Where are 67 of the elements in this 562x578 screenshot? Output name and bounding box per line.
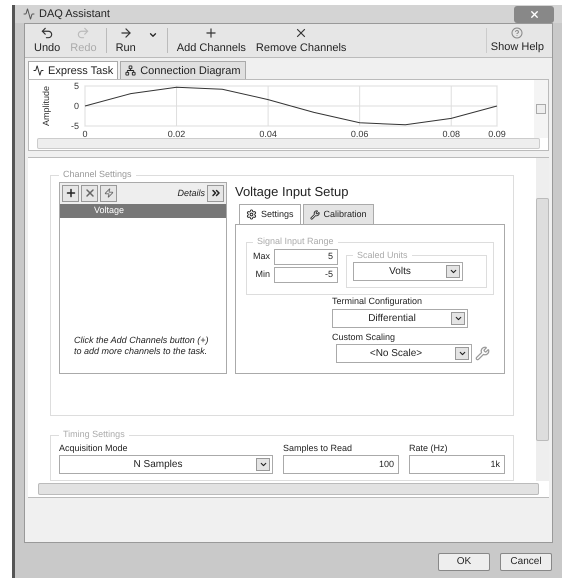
task-icon bbox=[33, 65, 44, 76]
toolbar-button[interactable]: Remove Channels bbox=[250, 24, 352, 58]
app-icon bbox=[23, 8, 35, 20]
toolbar-button[interactable]: Undo bbox=[29, 24, 66, 58]
tab[interactable]: Calibration bbox=[302, 204, 374, 224]
scrollbar[interactable] bbox=[38, 483, 539, 496]
group-title: Channel Settings bbox=[62, 168, 133, 182]
window-title: DAQ Assistant bbox=[39, 6, 110, 22]
help-button[interactable]: Show Help bbox=[486, 24, 548, 58]
field-label: Samples to Read bbox=[283, 442, 354, 455]
group-title: Scaled Units bbox=[356, 248, 409, 262]
tick-label: 0.06 bbox=[350, 129, 368, 140]
tick-label: 0.04 bbox=[259, 129, 277, 140]
section-title: Voltage Input Setup bbox=[235, 182, 350, 201]
units-dropdown[interactable]: Volts bbox=[353, 262, 464, 282]
details-button[interactable] bbox=[207, 184, 224, 202]
tick-label: 5 bbox=[74, 81, 79, 92]
tick-label: 0.02 bbox=[168, 129, 186, 140]
remove-button[interactable] bbox=[81, 184, 98, 202]
tick-label: 0.08 bbox=[442, 129, 460, 140]
group-title: Timing Settings bbox=[62, 428, 126, 442]
dialog-button[interactable]: OK bbox=[438, 552, 490, 571]
rate-field[interactable]: 1k bbox=[409, 455, 505, 474]
zap-icon bbox=[104, 188, 114, 198]
arrow-icon bbox=[118, 26, 133, 40]
hint-text: Click the Add Channels button (+) to add more channels to the task. bbox=[73, 335, 210, 358]
field-label: Min bbox=[256, 268, 270, 282]
scrollbar[interactable] bbox=[536, 158, 549, 482]
field-label: Terminal Configuration bbox=[332, 295, 424, 308]
tick-label: -5 bbox=[70, 121, 79, 132]
tab[interactable]: Settings bbox=[239, 204, 301, 224]
field-label: Custom Scaling bbox=[332, 330, 396, 344]
tick-label: 0.09 bbox=[488, 129, 506, 140]
scrollbar[interactable] bbox=[534, 80, 548, 138]
details-label: Details bbox=[177, 186, 205, 200]
axis-label: Amplitude bbox=[41, 86, 51, 126]
undo-icon bbox=[40, 26, 54, 40]
scrollbar[interactable] bbox=[37, 138, 540, 150]
tick-label: 0 bbox=[82, 129, 88, 140]
tool-button[interactable] bbox=[100, 184, 117, 202]
help-icon bbox=[511, 26, 524, 39]
plus-icon bbox=[64, 187, 76, 200]
field-label: Rate (Hz) bbox=[409, 442, 449, 455]
settings-icon bbox=[246, 209, 257, 220]
max-field[interactable]: 5 bbox=[274, 248, 338, 265]
toolbar-button[interactable]: Add Channels bbox=[172, 24, 251, 58]
tab[interactable]: Express Task bbox=[28, 61, 118, 80]
field-label: Acquisition Mode bbox=[59, 442, 129, 455]
toolbar-button[interactable]: Run bbox=[110, 24, 163, 58]
scaling-dropdown[interactable]: <No Scale> bbox=[336, 344, 472, 364]
field-label: Max bbox=[253, 250, 270, 264]
mode-dropdown[interactable]: N Samples bbox=[59, 455, 273, 474]
tick-label: 0 bbox=[74, 101, 79, 112]
x-icon bbox=[84, 187, 96, 200]
min-field[interactable]: -5 bbox=[274, 266, 338, 283]
samples-field[interactable]: 100 bbox=[283, 455, 399, 474]
dialog-button[interactable]: Cancel bbox=[500, 552, 552, 571]
add-button[interactable] bbox=[62, 184, 79, 202]
channel-item[interactable]: Voltage bbox=[60, 204, 226, 218]
wrench-icon bbox=[475, 346, 490, 362]
close-icon bbox=[528, 8, 540, 20]
group-title: Signal Input Range bbox=[256, 235, 335, 248]
terminal-dropdown[interactable]: Differential bbox=[332, 308, 468, 328]
close-button[interactable] bbox=[514, 6, 554, 23]
plus-icon bbox=[204, 26, 218, 40]
tab[interactable]: Connection Diagram bbox=[120, 61, 246, 80]
diagram-icon bbox=[125, 65, 136, 76]
